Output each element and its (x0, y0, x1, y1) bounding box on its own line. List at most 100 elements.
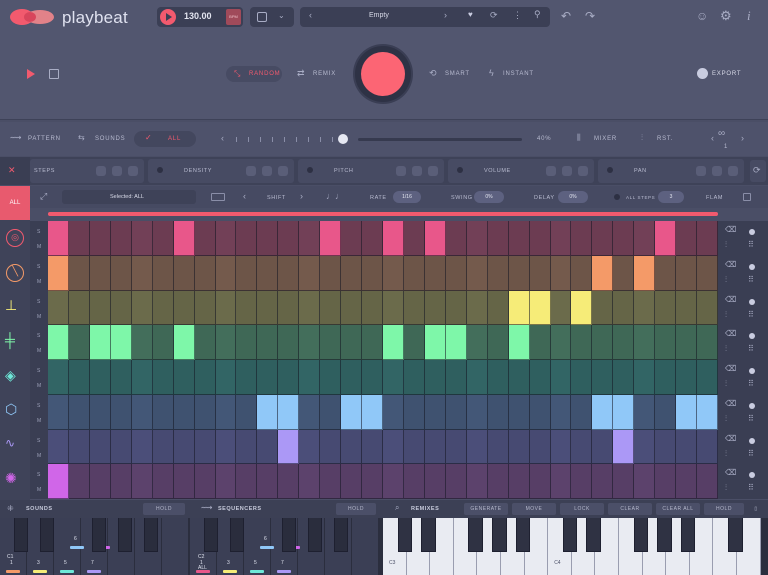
step-cell[interactable] (424, 360, 446, 395)
step-cell[interactable] (403, 464, 425, 499)
step-cell-active[interactable] (89, 325, 111, 360)
step-cell[interactable] (341, 290, 363, 326)
step-cell[interactable] (299, 221, 321, 256)
step-cell[interactable] (257, 325, 279, 360)
step-cell[interactable] (89, 221, 111, 256)
row-clear-icon[interactable]: ⌫ (725, 260, 736, 269)
step-cell[interactable] (613, 221, 635, 256)
step-cell[interactable] (89, 429, 111, 465)
step-cell[interactable] (613, 360, 635, 395)
preset-name[interactable]: Empty (369, 12, 389, 19)
step-cell[interactable] (299, 394, 321, 430)
mute-button[interactable]: M (37, 383, 41, 389)
step-cell[interactable] (676, 221, 698, 256)
step-cell[interactable] (634, 221, 656, 256)
step-cell[interactable] (487, 429, 509, 465)
pan-reset-icon[interactable] (728, 166, 738, 176)
step-cell[interactable] (320, 255, 342, 291)
step-cell[interactable] (152, 221, 174, 256)
step-cell[interactable] (110, 221, 132, 256)
step-cell[interactable] (424, 290, 446, 326)
drum-pad-black-key[interactable] (118, 518, 132, 552)
volume-edit-icon[interactable] (546, 166, 556, 176)
step-cell[interactable] (110, 290, 132, 326)
step-cell[interactable] (424, 464, 446, 499)
open-hihat-icon[interactable]: ╪ (5, 333, 15, 347)
step-cell[interactable] (68, 464, 90, 499)
step-cell-active[interactable] (424, 325, 446, 360)
step-cell[interactable] (257, 464, 279, 499)
steps-edit-icon[interactable] (96, 166, 106, 176)
step-cell[interactable] (299, 290, 321, 326)
step-cell[interactable] (89, 255, 111, 291)
step-cell[interactable] (466, 360, 488, 395)
solo-button[interactable]: S (37, 438, 40, 444)
step-cell[interactable] (403, 221, 425, 256)
step-cell[interactable] (424, 255, 446, 291)
volume-dot-icon[interactable] (457, 167, 463, 173)
step-cell[interactable] (215, 325, 237, 360)
step-cell-active[interactable] (48, 255, 69, 291)
drum-pad-black-key[interactable] (204, 518, 218, 552)
step-cell[interactable] (362, 325, 383, 360)
step-cell[interactable] (508, 394, 530, 430)
row-clear-icon[interactable]: ⌫ (725, 330, 736, 338)
step-cell[interactable] (529, 464, 551, 499)
step-cell[interactable] (508, 255, 530, 291)
step-cell-active[interactable] (383, 325, 404, 360)
step-cell-active[interactable] (529, 290, 551, 326)
step-cell[interactable] (487, 255, 509, 291)
mute-button[interactable]: M (37, 487, 41, 493)
mute-button[interactable]: M (37, 314, 41, 320)
step-cell[interactable] (152, 255, 174, 291)
step-cell[interactable] (299, 429, 321, 465)
mixer-button[interactable]: MIXER (594, 136, 617, 142)
step-cell[interactable] (403, 360, 425, 395)
step-cell[interactable] (68, 290, 90, 326)
refresh-icon[interactable]: ⟳ (490, 11, 498, 20)
step-cell[interactable] (634, 429, 656, 465)
drum-pad-black-key[interactable] (144, 518, 158, 552)
step-cell[interactable] (152, 464, 174, 499)
step-cell[interactable] (592, 221, 614, 256)
density-dot-icon[interactable] (157, 167, 163, 173)
piano-black-key[interactable] (680, 518, 696, 552)
row-drag-icon[interactable]: ⠿ (748, 484, 754, 492)
delay-value[interactable]: 0% (558, 191, 588, 203)
step-cell-active[interactable] (508, 325, 530, 360)
step-cell[interactable] (110, 360, 132, 395)
step-cell[interactable] (383, 255, 404, 291)
step-cell[interactable] (592, 360, 614, 395)
generate-button[interactable]: GENERATE (464, 503, 508, 515)
step-cell[interactable] (445, 290, 467, 326)
lock-button[interactable]: LOCK (560, 503, 604, 515)
step-cell[interactable] (571, 429, 593, 465)
synth-icon[interactable]: ∿ (5, 437, 15, 449)
row-clear-icon[interactable]: ⌫ (725, 226, 736, 234)
step-cell[interactable] (487, 394, 509, 430)
step-cell-active[interactable] (424, 221, 446, 256)
step-cell[interactable] (320, 464, 342, 499)
play-button[interactable] (160, 9, 176, 25)
step-cell[interactable] (68, 325, 90, 360)
row-clear-icon[interactable]: ⌫ (725, 434, 736, 443)
step-cell[interactable] (466, 394, 488, 430)
step-cell[interactable] (278, 325, 300, 360)
step-cell[interactable] (383, 360, 404, 395)
step-cell[interactable] (194, 221, 216, 256)
clear-all-button[interactable]: CLEAR ALL (656, 503, 700, 515)
step-cell[interactable] (257, 360, 279, 395)
step-cell[interactable] (278, 221, 300, 256)
row-settings-icon[interactable]: ⫶ (725, 310, 727, 319)
step-cell[interactable] (341, 221, 363, 256)
density-edit-icon[interactable] (246, 166, 256, 176)
step-cell[interactable] (571, 325, 593, 360)
swing-value[interactable]: 0% (474, 191, 504, 203)
step-cell[interactable] (697, 464, 718, 499)
step-cell[interactable] (508, 360, 530, 395)
step-cell[interactable] (257, 221, 279, 256)
step-cell[interactable] (236, 221, 258, 256)
shift-left-icon[interactable]: ‹ (243, 192, 246, 201)
step-cell[interactable] (236, 255, 258, 291)
mute-button[interactable]: M (37, 453, 41, 459)
